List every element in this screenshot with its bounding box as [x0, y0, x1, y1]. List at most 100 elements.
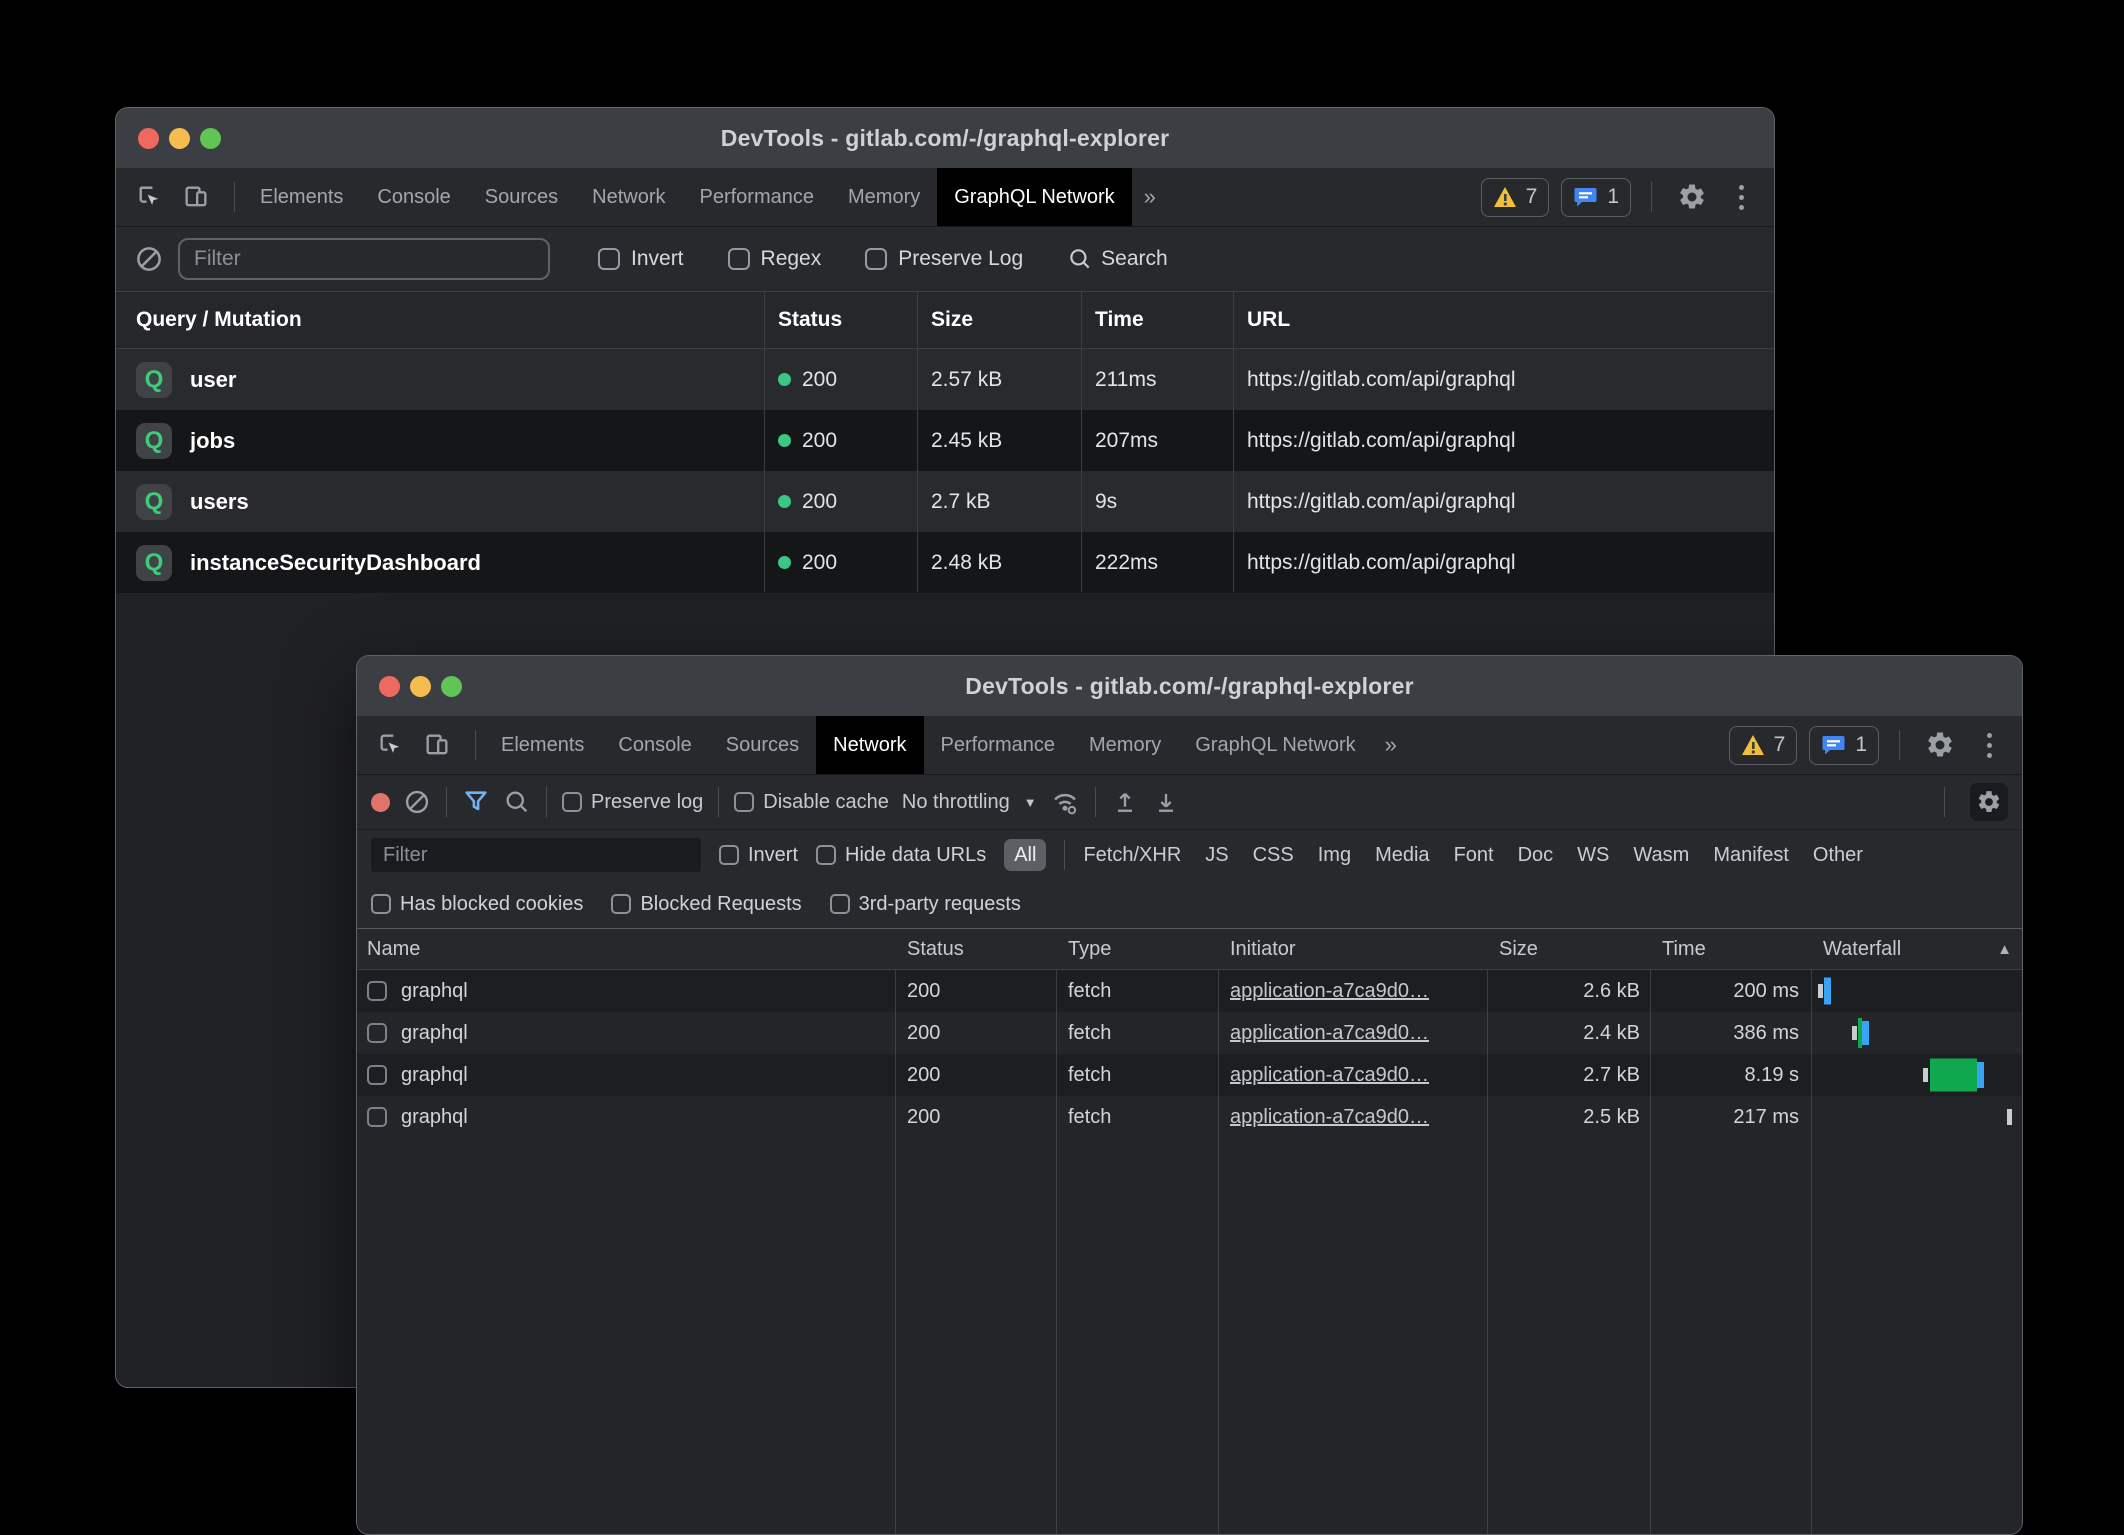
table-header-row[interactable]: Query / Mutation Status Size Time URL	[116, 292, 1774, 349]
tab-graphql-network[interactable]: GraphQL Network	[1178, 716, 1372, 774]
export-har-icon[interactable]	[1152, 788, 1180, 816]
filter-input[interactable]	[178, 238, 550, 280]
third-party-requests-checkbox-group[interactable]: 3rd-party requests	[830, 893, 1021, 916]
blocked-requests-checkbox[interactable]	[611, 894, 631, 914]
device-toolbar-icon[interactable]	[417, 725, 457, 765]
clear-icon[interactable]	[134, 244, 164, 274]
more-options-icon[interactable]	[1972, 728, 2006, 762]
third-party-requests-checkbox[interactable]	[830, 894, 850, 914]
preserve-log-checkbox-group[interactable]: Preserve Log	[865, 247, 1023, 271]
table-row[interactable]: Quser 200 2.57 kB 211ms https://gitlab.c…	[116, 349, 1774, 410]
type-filter-css[interactable]: CSS	[1253, 844, 1294, 867]
column-header-query-mutation[interactable]: Query / Mutation	[116, 292, 764, 348]
type-filter-ws[interactable]: WS	[1577, 844, 1609, 867]
column-header-url[interactable]: URL	[1233, 292, 1774, 348]
disable-cache-checkbox[interactable]	[734, 792, 754, 812]
preserve-log-checkbox[interactable]	[562, 792, 582, 812]
tab-console[interactable]: Console	[601, 716, 708, 774]
blocked-requests-checkbox-group[interactable]: Blocked Requests	[611, 893, 801, 916]
network-conditions-icon[interactable]	[1050, 787, 1080, 817]
initiator-link[interactable]: application-a7ca9d0…	[1230, 980, 1429, 1003]
column-header-size[interactable]: Size	[917, 292, 1081, 348]
tab-performance[interactable]: Performance	[924, 716, 1073, 774]
network-filter-input[interactable]	[371, 838, 701, 872]
type-filter-fetch-xhr[interactable]: Fetch/XHR	[1083, 844, 1181, 867]
initiator-link[interactable]: application-a7ca9d0…	[1230, 1064, 1429, 1087]
type-filter-media[interactable]: Media	[1375, 844, 1429, 867]
table-row[interactable]: Qjobs 200 2.45 kB 207ms https://gitlab.c…	[116, 410, 1774, 471]
type-filter-other[interactable]: Other	[1813, 844, 1863, 867]
invert-checkbox[interactable]	[598, 248, 620, 270]
tab-elements[interactable]: Elements	[243, 168, 360, 226]
tab-sources[interactable]: Sources	[709, 716, 816, 774]
type-filter-font[interactable]: Font	[1454, 844, 1494, 867]
type-filter-doc[interactable]: Doc	[1518, 844, 1554, 867]
more-tabs-icon[interactable]: »	[1373, 716, 1409, 774]
initiator-link[interactable]: application-a7ca9d0…	[1230, 1106, 1429, 1129]
settings-gear-icon[interactable]	[1672, 177, 1712, 217]
request-row[interactable]: graphql 200 fetch application-a7ca9d0… 2…	[357, 1054, 2022, 1096]
tab-performance[interactable]: Performance	[683, 168, 832, 226]
request-row[interactable]: graphql 200 fetch application-a7ca9d0… 2…	[357, 970, 2022, 1012]
minimize-window-button[interactable]	[169, 128, 190, 149]
warnings-badge[interactable]: 7	[1481, 178, 1550, 217]
invert-checkbox-group[interactable]: Invert	[598, 247, 684, 271]
tab-graphql-network[interactable]: GraphQL Network	[937, 168, 1131, 226]
column-header-size[interactable]: Size	[1487, 929, 1650, 969]
row-checkbox[interactable]	[367, 1065, 387, 1085]
column-header-time[interactable]: Time	[1081, 292, 1233, 348]
type-filter-img[interactable]: Img	[1318, 844, 1351, 867]
type-filter-js[interactable]: JS	[1205, 844, 1228, 867]
record-network-log-button[interactable]	[371, 793, 390, 812]
invert-checkbox-group[interactable]: Invert	[719, 844, 798, 867]
disable-cache-checkbox-group[interactable]: Disable cache	[734, 791, 889, 814]
zoom-window-button[interactable]	[441, 676, 462, 697]
preserve-log-checkbox[interactable]	[865, 248, 887, 270]
search-group[interactable]: Search	[1067, 246, 1168, 272]
filter-funnel-icon[interactable]	[462, 788, 490, 816]
column-header-status[interactable]: Status	[764, 292, 917, 348]
request-row[interactable]: graphql 200 fetch application-a7ca9d0… 2…	[357, 1012, 2022, 1054]
device-toolbar-icon[interactable]	[176, 177, 216, 217]
table-header-row[interactable]: Name Status Type Initiator Size Time Wat…	[357, 928, 2022, 970]
column-header-type[interactable]: Type	[1056, 929, 1218, 969]
network-settings-gear-icon[interactable]	[1970, 783, 2008, 821]
import-har-icon[interactable]	[1111, 788, 1139, 816]
has-blocked-cookies-checkbox[interactable]	[371, 894, 391, 914]
type-filter-wasm[interactable]: Wasm	[1633, 844, 1689, 867]
tab-sources[interactable]: Sources	[468, 168, 575, 226]
table-row[interactable]: Qusers 200 2.7 kB 9s https://gitlab.com/…	[116, 471, 1774, 532]
title-bar[interactable]: DevTools - gitlab.com/-/graphql-explorer	[116, 108, 1774, 168]
close-window-button[interactable]	[379, 676, 400, 697]
column-header-status[interactable]: Status	[895, 929, 1056, 969]
tab-memory[interactable]: Memory	[1072, 716, 1178, 774]
settings-gear-icon[interactable]	[1920, 725, 1960, 765]
regex-checkbox-group[interactable]: Regex	[728, 247, 822, 271]
type-filter-manifest[interactable]: Manifest	[1713, 844, 1789, 867]
clear-network-log-icon[interactable]	[403, 788, 431, 816]
more-tabs-icon[interactable]: »	[1132, 168, 1168, 226]
table-row[interactable]: QinstanceSecurityDashboard 200 2.48 kB 2…	[116, 532, 1774, 593]
hide-data-urls-checkbox[interactable]	[816, 845, 836, 865]
tab-network[interactable]: Network	[575, 168, 682, 226]
inspect-element-icon[interactable]	[130, 177, 170, 217]
preserve-log-checkbox-group[interactable]: Preserve log	[562, 791, 703, 814]
row-checkbox[interactable]	[367, 981, 387, 1001]
column-header-time[interactable]: Time	[1650, 929, 1811, 969]
throttling-select[interactable]: No throttling ▼	[902, 791, 1037, 814]
column-header-name[interactable]: Name	[357, 929, 895, 969]
issues-badge[interactable]: 1	[1561, 178, 1631, 217]
has-blocked-cookies-checkbox-group[interactable]: Has blocked cookies	[371, 893, 583, 916]
request-row[interactable]: graphql 200 fetch application-a7ca9d0… 2…	[357, 1096, 2022, 1138]
row-checkbox[interactable]	[367, 1023, 387, 1043]
zoom-window-button[interactable]	[200, 128, 221, 149]
minimize-window-button[interactable]	[410, 676, 431, 697]
title-bar[interactable]: DevTools - gitlab.com/-/graphql-explorer	[357, 656, 2022, 716]
close-window-button[interactable]	[138, 128, 159, 149]
column-header-waterfall[interactable]: Waterfall ▲	[1811, 929, 2022, 969]
column-header-initiator[interactable]: Initiator	[1218, 929, 1487, 969]
more-options-icon[interactable]	[1724, 180, 1758, 214]
regex-checkbox[interactable]	[728, 248, 750, 270]
tab-network[interactable]: Network	[816, 716, 923, 774]
tab-memory[interactable]: Memory	[831, 168, 937, 226]
